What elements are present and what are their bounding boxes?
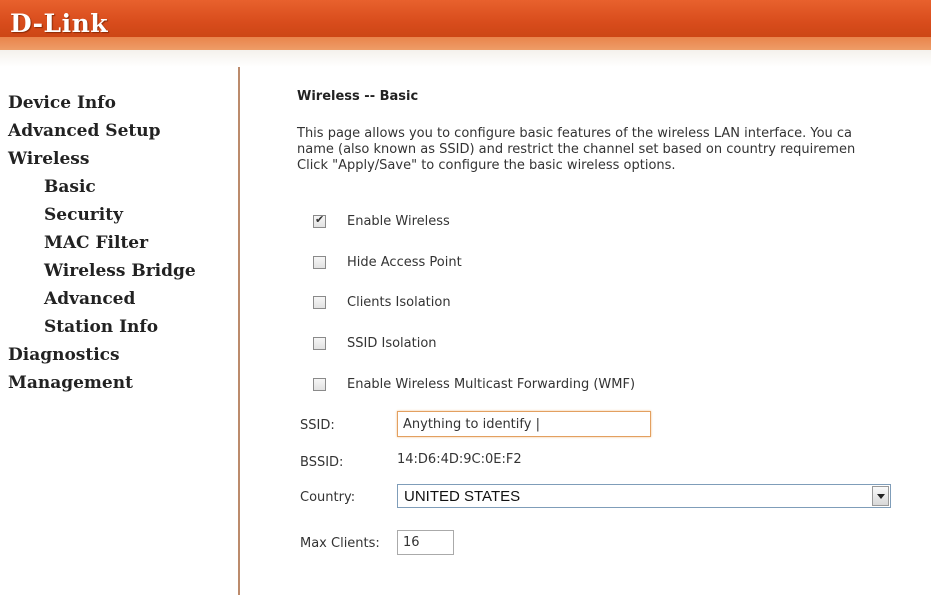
sidebar-nav: Device Info Advanced Setup Wireless Basi… bbox=[0, 89, 238, 397]
description-line: Click "Apply/Save" to configure the basi… bbox=[297, 158, 676, 173]
clients-isolation-checkbox[interactable] bbox=[313, 295, 326, 309]
enable-wireless-label: Enable Wireless bbox=[347, 213, 450, 229]
enable-wireless-row: Enable Wireless bbox=[313, 211, 450, 231]
description-line: name (also known as SSID) and restrict t… bbox=[297, 142, 856, 157]
ssid-input[interactable] bbox=[397, 411, 651, 437]
sidebar-item-mac-filter[interactable]: MAC Filter bbox=[0, 229, 238, 257]
country-selected-value: UNITED STATES bbox=[404, 488, 521, 505]
country-select[interactable]: UNITED STATES bbox=[397, 484, 891, 508]
banner-bottom-band bbox=[0, 50, 931, 67]
bssid-label: BSSID: bbox=[300, 455, 344, 470]
wmf-row: Enable Wireless Multicast Forwarding (WM… bbox=[313, 374, 635, 394]
bssid-value: 14:D6:4D:9C:0E:F2 bbox=[397, 452, 522, 467]
sidebar-item-wireless[interactable]: Wireless bbox=[0, 145, 238, 173]
dlink-logo: D-Link bbox=[10, 9, 109, 38]
page-description: This page allows you to configure basic … bbox=[297, 126, 931, 174]
clients-isolation-row: Clients Isolation bbox=[313, 292, 451, 312]
max-clients-label: Max Clients: bbox=[300, 536, 380, 551]
sidebar-item-station-info[interactable]: Station Info bbox=[0, 313, 238, 341]
sidebar: Device Info Advanced Setup Wireless Basi… bbox=[0, 67, 240, 595]
ssid-isolation-row: SSID Isolation bbox=[313, 333, 437, 353]
country-label: Country: bbox=[300, 490, 356, 505]
banner-stripe bbox=[0, 37, 931, 50]
max-clients-input[interactable] bbox=[397, 530, 454, 555]
ssid-isolation-label: SSID Isolation bbox=[347, 335, 437, 351]
sidebar-item-advanced[interactable]: Advanced bbox=[0, 285, 238, 313]
sidebar-item-security[interactable]: Security bbox=[0, 201, 238, 229]
sidebar-item-advanced-setup[interactable]: Advanced Setup bbox=[0, 117, 238, 145]
top-banner: D-Link bbox=[0, 0, 931, 50]
hide-access-point-checkbox[interactable] bbox=[313, 255, 326, 269]
sidebar-item-wireless-bridge[interactable]: Wireless Bridge bbox=[0, 257, 238, 285]
chevron-down-icon[interactable] bbox=[872, 486, 889, 506]
sidebar-item-basic[interactable]: Basic bbox=[0, 173, 238, 201]
hide-access-point-label: Hide Access Point bbox=[347, 254, 462, 270]
page-title: Wireless -- Basic bbox=[297, 89, 419, 104]
wmf-checkbox[interactable] bbox=[313, 377, 326, 391]
sidebar-item-device-info[interactable]: Device Info bbox=[0, 89, 238, 117]
sidebar-item-management[interactable]: Management bbox=[0, 369, 238, 397]
sidebar-item-diagnostics[interactable]: Diagnostics bbox=[0, 341, 238, 369]
clients-isolation-label: Clients Isolation bbox=[347, 294, 451, 310]
wmf-label: Enable Wireless Multicast Forwarding (WM… bbox=[347, 376, 636, 392]
enable-wireless-checkbox[interactable] bbox=[313, 213, 326, 228]
ssid-label: SSID: bbox=[300, 418, 335, 433]
ssid-isolation-checkbox[interactable] bbox=[313, 336, 326, 350]
description-line: This page allows you to configure basic … bbox=[297, 126, 853, 141]
hide-access-point-row: Hide Access Point bbox=[313, 252, 462, 272]
